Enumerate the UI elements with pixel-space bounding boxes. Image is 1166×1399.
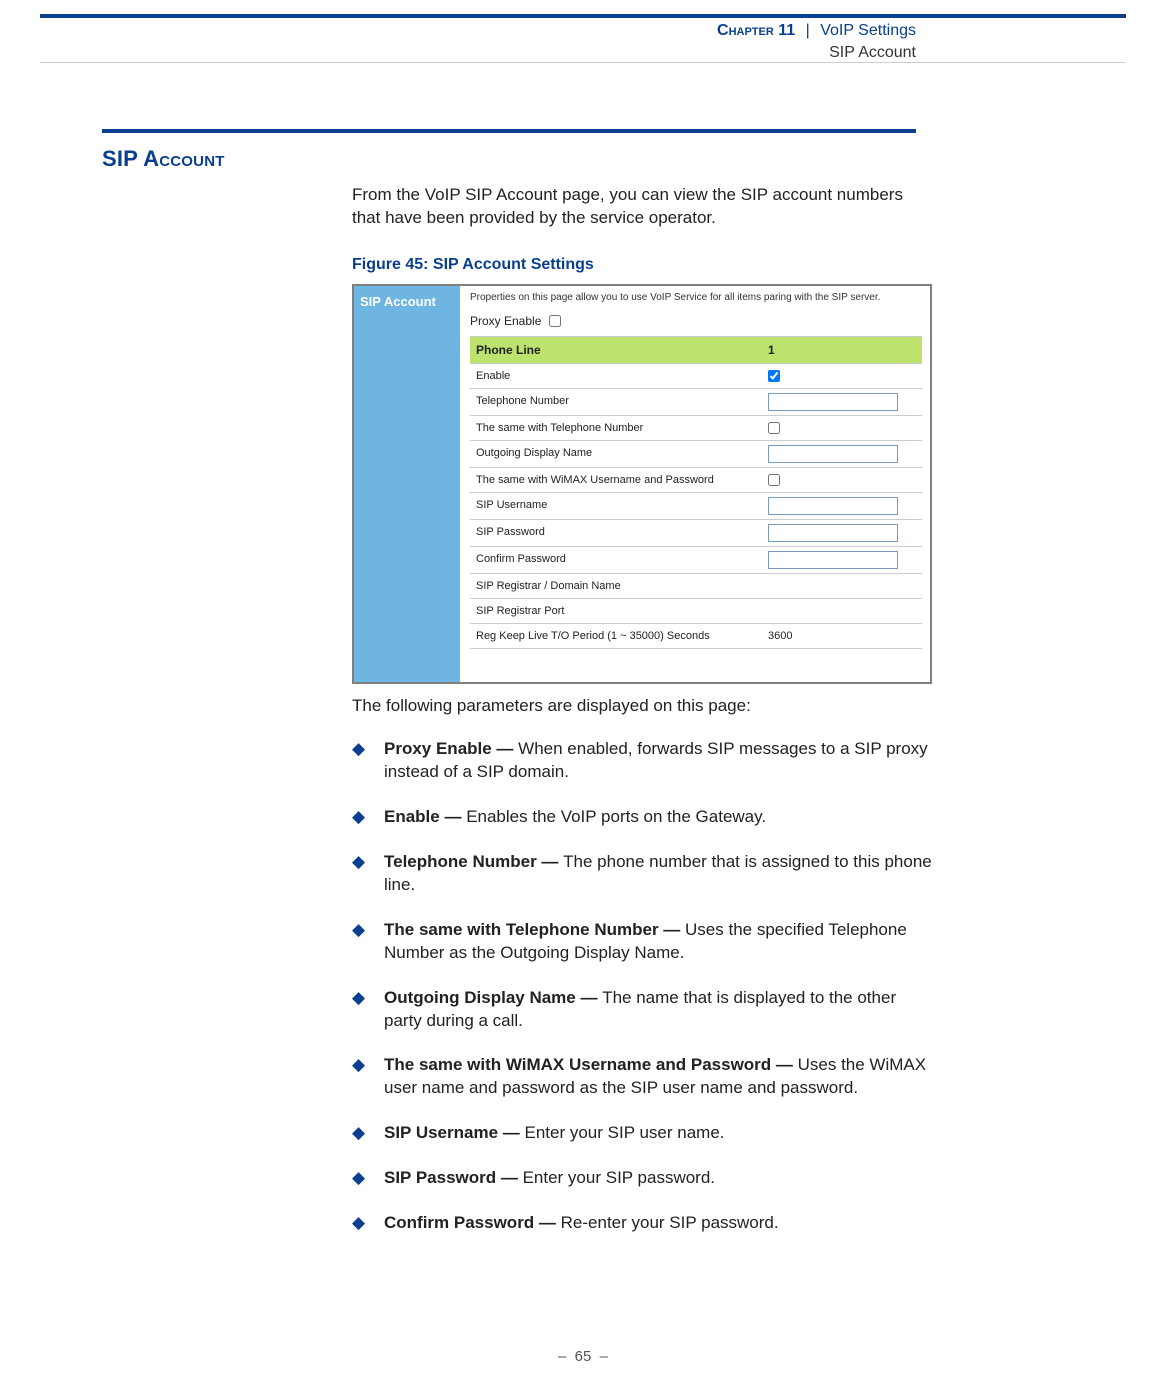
bullet-text: Outgoing Display Name — The name that is… <box>384 987 932 1033</box>
bullet-text: Telephone Number — The phone number that… <box>384 851 932 897</box>
diamond-icon: ◆ <box>352 738 370 784</box>
ss-checkbox[interactable] <box>768 474 780 486</box>
ss-row-label: SIP Password <box>470 520 762 547</box>
list-item: ◆ Proxy Enable — When enabled, forwards S… <box>352 738 932 784</box>
ss-input[interactable] <box>768 445 898 463</box>
list-item: ◆ The same with Telephone Number — Uses t… <box>352 919 932 965</box>
diamond-icon: ◆ <box>352 806 370 829</box>
ss-row-value <box>762 416 922 441</box>
screenshot-main: Properties on this page allow you to use… <box>460 286 930 682</box>
bullet-desc: Enter your SIP password. <box>523 1168 715 1187</box>
diamond-icon: ◆ <box>352 987 370 1033</box>
list-item: ◆ SIP Password — Enter your SIP password. <box>352 1167 932 1190</box>
top-rule <box>40 14 1126 18</box>
ss-row-value: 3600 <box>762 624 922 649</box>
page-header: Chapter 11 | VoIP Settings SIP Account <box>717 20 916 63</box>
diamond-icon: ◆ <box>352 919 370 965</box>
header-rule <box>40 62 1126 63</box>
bullet-term: SIP Username — <box>384 1123 524 1142</box>
proxy-enable-label: Proxy Enable <box>470 314 541 328</box>
ss-row-label: Telephone Number <box>470 389 762 416</box>
ss-row-value <box>762 574 922 599</box>
below-area: The following parameters are displayed o… <box>352 650 932 1257</box>
section-rule <box>102 129 916 133</box>
diamond-icon: ◆ <box>352 1054 370 1100</box>
ss-input[interactable] <box>768 393 898 411</box>
ss-row-label: Outgoing Display Name <box>470 441 762 468</box>
ss-row-label: Enable <box>470 364 762 389</box>
ss-row-value <box>762 389 922 416</box>
diamond-icon: ◆ <box>352 1122 370 1145</box>
ss-checkbox[interactable] <box>768 370 780 382</box>
ss-row-label: SIP Registrar Port <box>470 599 762 624</box>
ss-row-value: 1 <box>762 337 922 364</box>
header-sep: | <box>806 22 810 39</box>
ss-input[interactable] <box>768 497 898 515</box>
bullet-term: The same with WiMAX Username and Passwor… <box>384 1055 798 1074</box>
bullet-desc: Re-enter your SIP password. <box>561 1213 779 1232</box>
bullet-text: Enable — Enables the VoIP ports on the G… <box>384 806 766 829</box>
ss-row-value <box>762 468 922 493</box>
bullet-text: SIP Password — Enter your SIP password. <box>384 1167 715 1190</box>
bullet-term: SIP Password — <box>384 1168 523 1187</box>
ss-checkbox[interactable] <box>768 422 780 434</box>
params-intro: The following parameters are displayed o… <box>352 696 932 716</box>
ss-row-label: Confirm Password <box>470 547 762 574</box>
ss-plain-value: 3600 <box>768 630 792 642</box>
bullet-text: The same with WiMAX Username and Passwor… <box>384 1054 932 1100</box>
ss-row-label: Phone Line <box>470 337 762 364</box>
intro-text: From the VoIP SIP Account page, you can … <box>352 184 932 230</box>
list-item: ◆ Telephone Number — The phone number tha… <box>352 851 932 897</box>
header-line-1: Chapter 11 | VoIP Settings <box>717 20 916 42</box>
ss-row-value <box>762 441 922 468</box>
screenshot-desc: Properties on this page allow you to use… <box>470 292 922 304</box>
ss-row-label: SIP Registrar / Domain Name <box>470 574 762 599</box>
bullet-term: Telephone Number — <box>384 852 563 871</box>
ss-row-value <box>762 520 922 547</box>
bullet-text: The same with Telephone Number — Uses th… <box>384 919 932 965</box>
content-area: From the VoIP SIP Account page, you can … <box>352 184 932 684</box>
bullet-term: Proxy Enable — <box>384 739 518 758</box>
list-item: ◆ SIP Username — Enter your SIP user name… <box>352 1122 932 1145</box>
header-voip: VoIP Settings <box>820 22 916 39</box>
ss-row-value <box>762 364 922 389</box>
proxy-enable-checkbox[interactable] <box>549 315 561 327</box>
figure-caption: Figure 45: SIP Account Settings <box>352 256 932 274</box>
bullet-term: Enable — <box>384 807 466 826</box>
screenshot-table: Phone Line1EnableTelephone NumberThe sam… <box>470 336 922 649</box>
diamond-icon: ◆ <box>352 1212 370 1235</box>
page-footer: – 65 – <box>0 1348 1166 1365</box>
bullet-text: SIP Username — Enter your SIP user name. <box>384 1122 725 1145</box>
ss-input[interactable] <box>768 524 898 542</box>
list-item: ◆ Enable — Enables the VoIP ports on the … <box>352 806 932 829</box>
proxy-enable-row: Proxy Enable <box>470 314 922 328</box>
section-title: SIP Account <box>102 146 225 172</box>
bullet-term: Outgoing Display Name — <box>384 988 602 1007</box>
header-sub: SIP Account <box>717 42 916 64</box>
bullet-text: Proxy Enable — When enabled, forwards SI… <box>384 738 932 784</box>
list-item: ◆ The same with WiMAX Username and Passwo… <box>352 1054 932 1100</box>
bullet-term: The same with Telephone Number — <box>384 920 685 939</box>
ss-row-label: The same with WiMAX Username and Passwor… <box>470 468 762 493</box>
chapter-label: Chapter 11 <box>717 22 795 39</box>
diamond-icon: ◆ <box>352 851 370 897</box>
ss-row-value <box>762 547 922 574</box>
ss-row-value <box>762 599 922 624</box>
list-item: ◆ Confirm Password — Re-enter your SIP pa… <box>352 1212 932 1235</box>
ss-input[interactable] <box>768 551 898 569</box>
ss-row-value <box>762 493 922 520</box>
screenshot-panel: SIP Account Properties on this page allo… <box>352 284 932 684</box>
ss-row-label: The same with Telephone Number <box>470 416 762 441</box>
screenshot-sidebar-title: SIP Account <box>360 294 454 309</box>
bullet-text: Confirm Password — Re-enter your SIP pas… <box>384 1212 779 1235</box>
bullet-list: ◆ Proxy Enable — When enabled, forwards S… <box>352 738 932 1235</box>
screenshot-sidebar: SIP Account <box>354 286 460 682</box>
ss-row-label: SIP Username <box>470 493 762 520</box>
bullet-desc: Enter your SIP user name. <box>524 1123 724 1142</box>
ss-row-label: Reg Keep Live T/O Period (1 ~ 35000) Sec… <box>470 624 762 649</box>
list-item: ◆ Outgoing Display Name — The name that i… <box>352 987 932 1033</box>
bullet-desc: Enables the VoIP ports on the Gateway. <box>466 807 766 826</box>
diamond-icon: ◆ <box>352 1167 370 1190</box>
bullet-term: Confirm Password — <box>384 1213 561 1232</box>
